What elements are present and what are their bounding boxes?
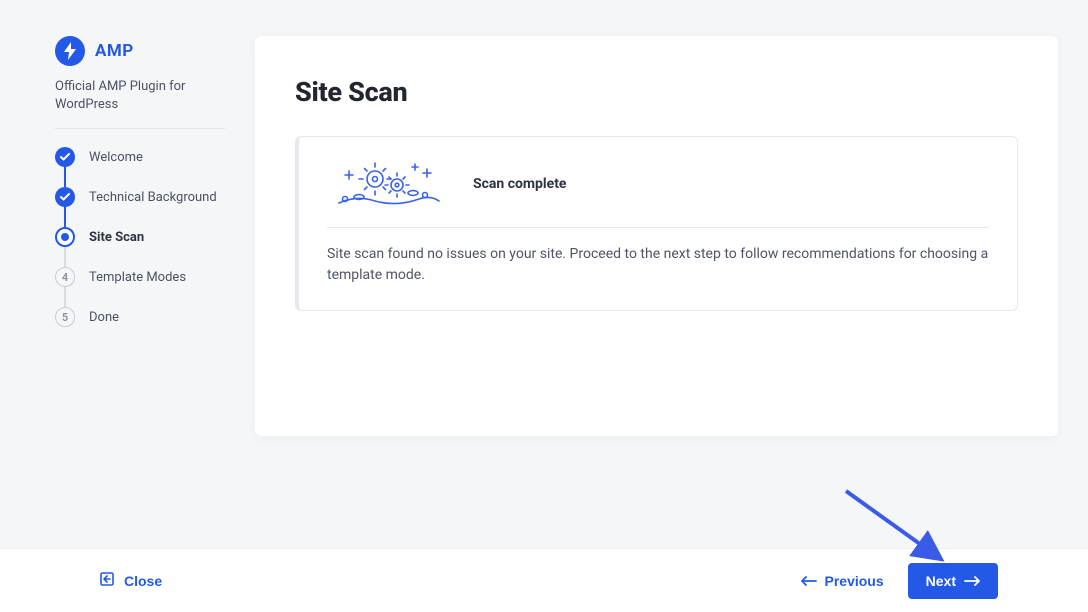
step-number-icon: 4 bbox=[55, 267, 75, 287]
tagline: Official AMP Plugin for WordPress bbox=[55, 78, 225, 114]
scan-status: Scan complete bbox=[473, 176, 567, 192]
sidebar-divider bbox=[55, 128, 225, 129]
step-template-modes[interactable]: 4 Template Modes bbox=[55, 257, 225, 297]
step-label: Site Scan bbox=[89, 230, 144, 245]
close-label: Close bbox=[124, 573, 162, 589]
brand-row: AMP bbox=[55, 36, 225, 66]
step-label: Done bbox=[89, 310, 119, 325]
next-label: Next bbox=[926, 573, 956, 589]
next-button[interactable]: Next bbox=[908, 563, 998, 599]
check-icon bbox=[55, 147, 75, 167]
step-label: Technical Background bbox=[89, 190, 217, 205]
previous-button[interactable]: Previous bbox=[801, 573, 884, 589]
step-number-icon: 5 bbox=[55, 307, 75, 327]
scan-card: Scan complete Site scan found no issues … bbox=[295, 136, 1018, 311]
step-list: Welcome Technical Background Site Scan 4… bbox=[55, 137, 225, 337]
step-label: Template Modes bbox=[89, 270, 186, 285]
step-welcome[interactable]: Welcome bbox=[55, 137, 225, 177]
brand-name: AMP bbox=[95, 41, 134, 61]
scan-header: Scan complete bbox=[327, 159, 989, 228]
step-technical-background[interactable]: Technical Background bbox=[55, 177, 225, 217]
step-done[interactable]: 5 Done bbox=[55, 297, 225, 337]
close-button[interactable]: Close bbox=[100, 572, 162, 589]
footer: Close Previous Next bbox=[0, 548, 1088, 612]
footer-right: Previous Next bbox=[801, 563, 999, 599]
step-site-scan[interactable]: Site Scan bbox=[55, 217, 225, 257]
scan-illustration-icon bbox=[327, 159, 447, 209]
page-title: Site Scan bbox=[295, 76, 1018, 108]
previous-label: Previous bbox=[825, 573, 884, 589]
sidebar: AMP Official AMP Plugin for WordPress We… bbox=[55, 36, 225, 436]
close-icon bbox=[100, 572, 114, 589]
check-icon bbox=[55, 187, 75, 207]
main-panel: Site Scan bbox=[255, 36, 1058, 436]
arrow-left-icon bbox=[801, 573, 817, 589]
amp-logo-icon bbox=[55, 36, 85, 66]
step-label: Welcome bbox=[89, 150, 143, 165]
current-step-icon bbox=[55, 227, 75, 247]
scan-description: Site scan found no issues on your site. … bbox=[327, 244, 989, 286]
arrow-right-icon bbox=[964, 573, 980, 589]
